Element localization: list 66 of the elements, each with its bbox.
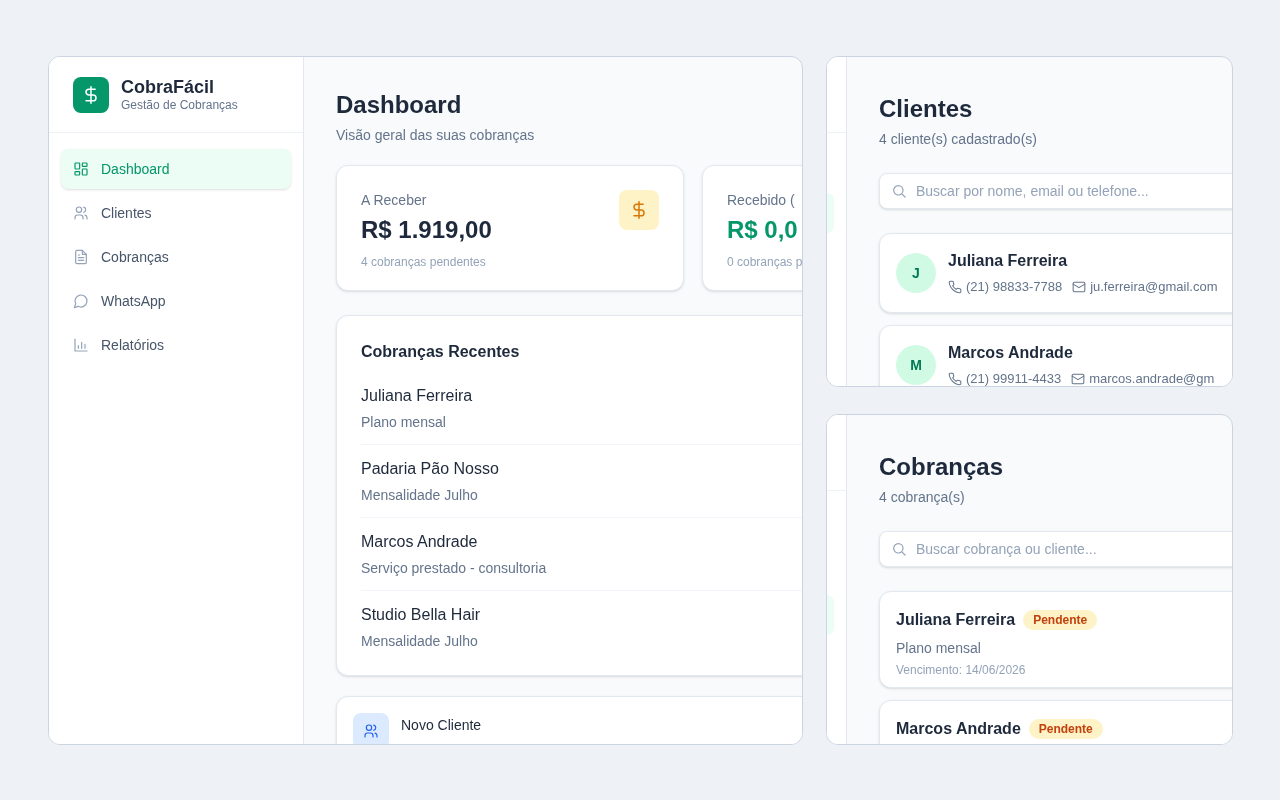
page-subtitle: Visão geral das suas cobranças (336, 126, 536, 145)
stat-label: A Receber (361, 191, 428, 210)
nav-item[interactable] (827, 595, 834, 635)
client-name: Marcos Andrade (948, 343, 1074, 364)
users-icon (353, 713, 389, 744)
client-phone: (21) 98833-7788 (966, 278, 1063, 297)
mail-icon (1072, 280, 1087, 294)
charge-description: Serviço prestado - consultoria (361, 559, 548, 578)
charge-card[interactable]: Marcos Andrade Pendente (879, 700, 1232, 744)
stat-note: 0 cobranças p (727, 254, 802, 270)
client-name: Marcos Andrade (896, 719, 1021, 739)
client-name: Juliana Ferreira (896, 610, 1016, 630)
nav-item[interactable] (827, 193, 834, 233)
card-title: Cobranças Recentes (361, 342, 521, 362)
search-field[interactable]: Buscar por nome, email ou telefone... (879, 173, 1232, 209)
status-badge: Pendente (1028, 719, 1103, 739)
avatar: J (896, 253, 936, 293)
client-email: ju.ferreira@gmail.com (1090, 278, 1218, 297)
stat-note: 4 cobranças pendentes (361, 254, 487, 270)
page-subtitle: 4 cobrança(s) (879, 488, 966, 507)
stat-label: Recebido ( (727, 191, 796, 210)
nav-item[interactable]: Clientes (61, 193, 291, 233)
phone-icon (948, 372, 962, 386)
charge-description: Mensalidade Julho (361, 632, 479, 651)
mail-icon (1071, 372, 1086, 386)
search-field[interactable]: Buscar cobrança ou cliente... (879, 531, 1232, 567)
dashboard-icon (73, 161, 89, 177)
page-subtitle: 4 cliente(s) cadastrado(s) (879, 130, 1038, 149)
nav-item[interactable]: Cobranças (61, 237, 291, 277)
nav-item[interactable]: Dashboard (61, 149, 291, 189)
page-title: Clientes (879, 94, 974, 124)
app-tagline: Gestão de Cobranças (121, 96, 238, 113)
quick-action-card[interactable]: Novo Cliente (336, 696, 802, 744)
dollar-icon (619, 190, 659, 230)
chat-bubble-icon (73, 293, 89, 309)
charge-description: Mensalidade Julho (361, 486, 479, 505)
dollar-logo-icon (73, 76, 109, 113)
client-name: Padaria Pão Nosso (361, 459, 500, 479)
app-name: CobraFácil (121, 76, 216, 97)
phone-icon (948, 280, 962, 294)
bar-chart-icon (73, 337, 89, 353)
document-icon (73, 249, 89, 265)
quick-action-label: Novo Cliente (401, 716, 482, 735)
client-name: Marcos Andrade (361, 532, 479, 552)
stat-value: R$ 1.919,00 (361, 215, 492, 245)
client-name: Studio Bella Hair (361, 605, 482, 625)
users-icon (73, 205, 89, 221)
due-date: Vencimento: 14/06/2026 (896, 662, 1027, 678)
nav-item[interactable]: WhatsApp (61, 281, 291, 321)
client-name: Juliana Ferreira (948, 251, 1069, 272)
stat-value: R$ 0,0 (727, 215, 799, 245)
charge-card[interactable]: Juliana Ferreira Pendente Plano mensal Vencimento: 14/06/2026 (879, 591, 1232, 688)
client-card[interactable]: M Marcos Andrade (21) 99911-4433 marcos.andrade@gm (879, 325, 1232, 386)
nav-item[interactable]: Relatórios (61, 325, 291, 365)
page-title: Cobranças (879, 452, 1005, 482)
client-name: Juliana Ferreira (361, 386, 474, 406)
charge-description: Plano mensal (361, 413, 447, 432)
client-phone: (21) 99911-4433 (966, 370, 1062, 386)
search-icon (891, 183, 907, 199)
status-badge: Pendente (1023, 610, 1098, 630)
avatar: M (896, 345, 936, 385)
search-icon (891, 541, 907, 557)
client-card[interactable]: J Juliana Ferreira (21) 98833-7788 ju.ferreira@gmail.com (879, 233, 1232, 313)
client-email: marcos.andrade@gm (1089, 370, 1215, 386)
page-title: Dashboard (336, 90, 463, 120)
charge-description: Plano mensal (896, 639, 982, 658)
